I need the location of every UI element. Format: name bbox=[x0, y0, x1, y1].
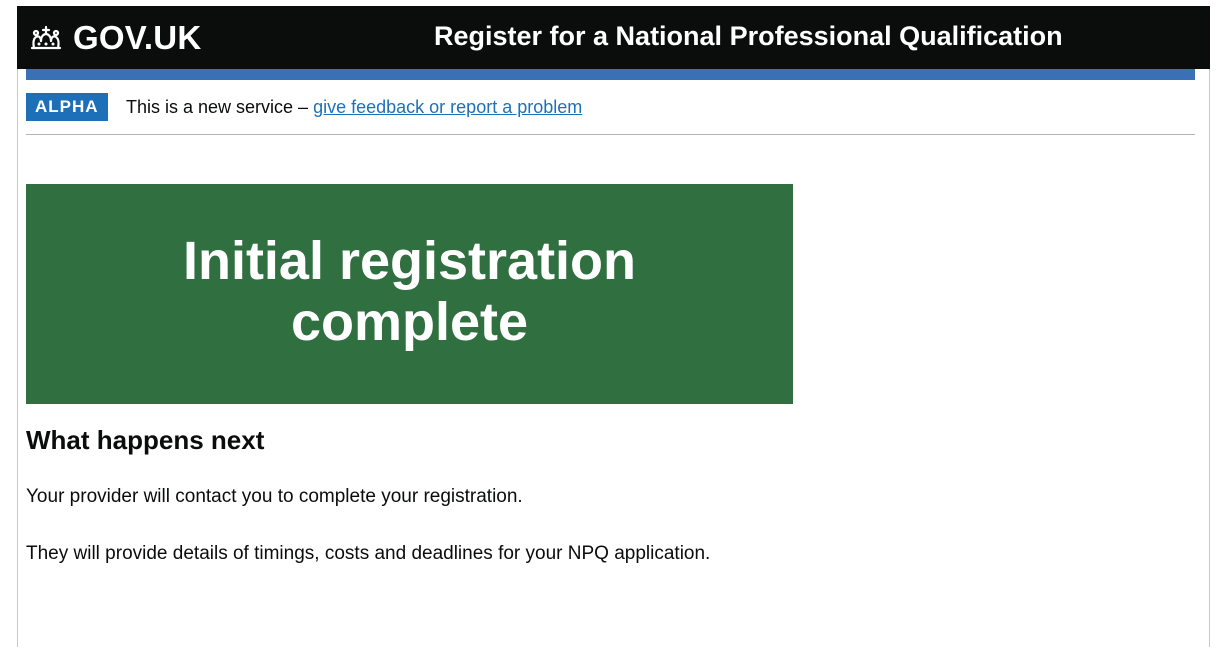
provider-contact-paragraph: Your provider will contact you to comple… bbox=[26, 486, 523, 507]
govuk-logo-link[interactable]: GOV.UK bbox=[28, 18, 201, 58]
confirmation-title-line-1: Initial registration bbox=[182, 231, 637, 291]
confirmation-title: Initial registration complete bbox=[26, 184, 793, 353]
header-blue-bar bbox=[26, 69, 1195, 80]
govuk-logo-text[interactable]: GOV.UK bbox=[73, 18, 201, 58]
phase-banner-text: This is a new service – give feedback or… bbox=[126, 95, 582, 119]
left-page-border bbox=[17, 69, 18, 647]
what-happens-next-heading: What happens next bbox=[26, 425, 265, 455]
details-paragraph: They will provide details of timings, co… bbox=[26, 543, 711, 564]
confirmation-title-line-2: complete bbox=[290, 292, 529, 352]
feedback-link[interactable]: give feedback or report a problem bbox=[313, 97, 582, 117]
service-name-link[interactable]: Register for a National Professional Qua… bbox=[434, 19, 1063, 53]
right-page-border bbox=[1209, 69, 1210, 647]
page: GOV.UK Register for a National Professio… bbox=[0, 0, 1223, 647]
site-header: GOV.UK Register for a National Professio… bbox=[17, 6, 1210, 69]
phase-tag: ALPHA bbox=[26, 93, 108, 121]
crown-icon bbox=[30, 25, 62, 50]
confirmation-panel: Initial registration complete bbox=[26, 184, 793, 404]
phase-message: This is a new service – bbox=[126, 97, 309, 117]
phase-banner: ALPHA This is a new service – give feedb… bbox=[26, 93, 1195, 135]
